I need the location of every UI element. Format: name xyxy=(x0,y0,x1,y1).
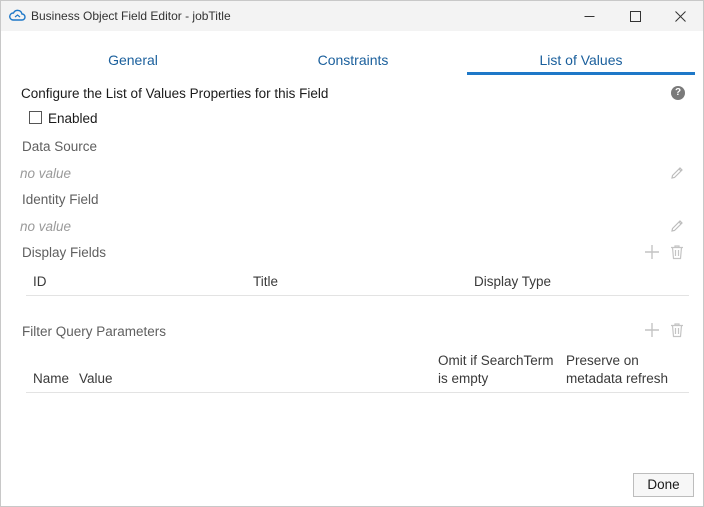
filter-query-parameters-label: Filter Query Parameters xyxy=(22,324,167,339)
minimize-button[interactable] xyxy=(566,1,612,31)
data-source-value: no value xyxy=(20,166,72,181)
data-source-label: Data Source xyxy=(22,139,98,154)
maximize-icon xyxy=(629,10,641,22)
add-display-field-plus-icon[interactable] xyxy=(644,244,660,260)
display-fields-col-title: Title xyxy=(253,274,279,289)
filter-header-divider xyxy=(26,392,689,393)
display-fields-header-divider xyxy=(26,295,689,296)
business-object-field-editor-dialog: Business Object Field Editor - jobTitle … xyxy=(0,0,704,507)
identity-field-label: Identity Field xyxy=(22,192,99,207)
filter-col-preserve-on-metadata-refresh: Preserve on metadata refresh xyxy=(566,353,669,386)
tab-bar: General Constraints List of Values xyxy=(21,45,695,75)
tab-constraints[interactable]: Constraints xyxy=(241,45,465,75)
filter-col-value: Value xyxy=(79,371,113,386)
display-fields-label: Display Fields xyxy=(22,245,107,260)
tab-list-of-values[interactable]: List of Values xyxy=(467,45,695,75)
filter-col-name: Name xyxy=(33,371,70,386)
help-icon[interactable]: ? xyxy=(671,86,685,100)
done-button[interactable]: Done xyxy=(633,473,694,497)
window-title: Business Object Field Editor - jobTitle xyxy=(31,9,231,23)
app-cloud-icon xyxy=(9,9,26,21)
enabled-label[interactable]: Enabled xyxy=(48,111,98,126)
title-bar[interactable]: Business Object Field Editor - jobTitle xyxy=(1,1,703,31)
section-heading: Configure the List of Values Properties … xyxy=(21,86,329,101)
maximize-button[interactable] xyxy=(612,1,658,31)
display-fields-col-display-type: Display Type xyxy=(474,274,552,289)
edit-identity-field-pencil-icon[interactable] xyxy=(669,218,685,234)
delete-filter-parameter-trash-icon[interactable] xyxy=(669,322,685,338)
add-filter-parameter-plus-icon[interactable] xyxy=(644,322,660,338)
enabled-checkbox[interactable] xyxy=(29,111,42,124)
minimize-icon xyxy=(584,15,594,17)
close-button[interactable] xyxy=(657,1,703,31)
tab-general[interactable]: General xyxy=(21,45,245,75)
edit-data-source-pencil-icon[interactable] xyxy=(669,165,685,181)
close-icon xyxy=(674,10,686,22)
filter-col-omit-if-searchterm-empty: Omit if SearchTerm is empty xyxy=(438,353,554,386)
delete-display-field-trash-icon[interactable] xyxy=(669,244,685,260)
display-fields-col-id: ID xyxy=(33,274,47,289)
identity-field-value: no value xyxy=(20,219,72,234)
